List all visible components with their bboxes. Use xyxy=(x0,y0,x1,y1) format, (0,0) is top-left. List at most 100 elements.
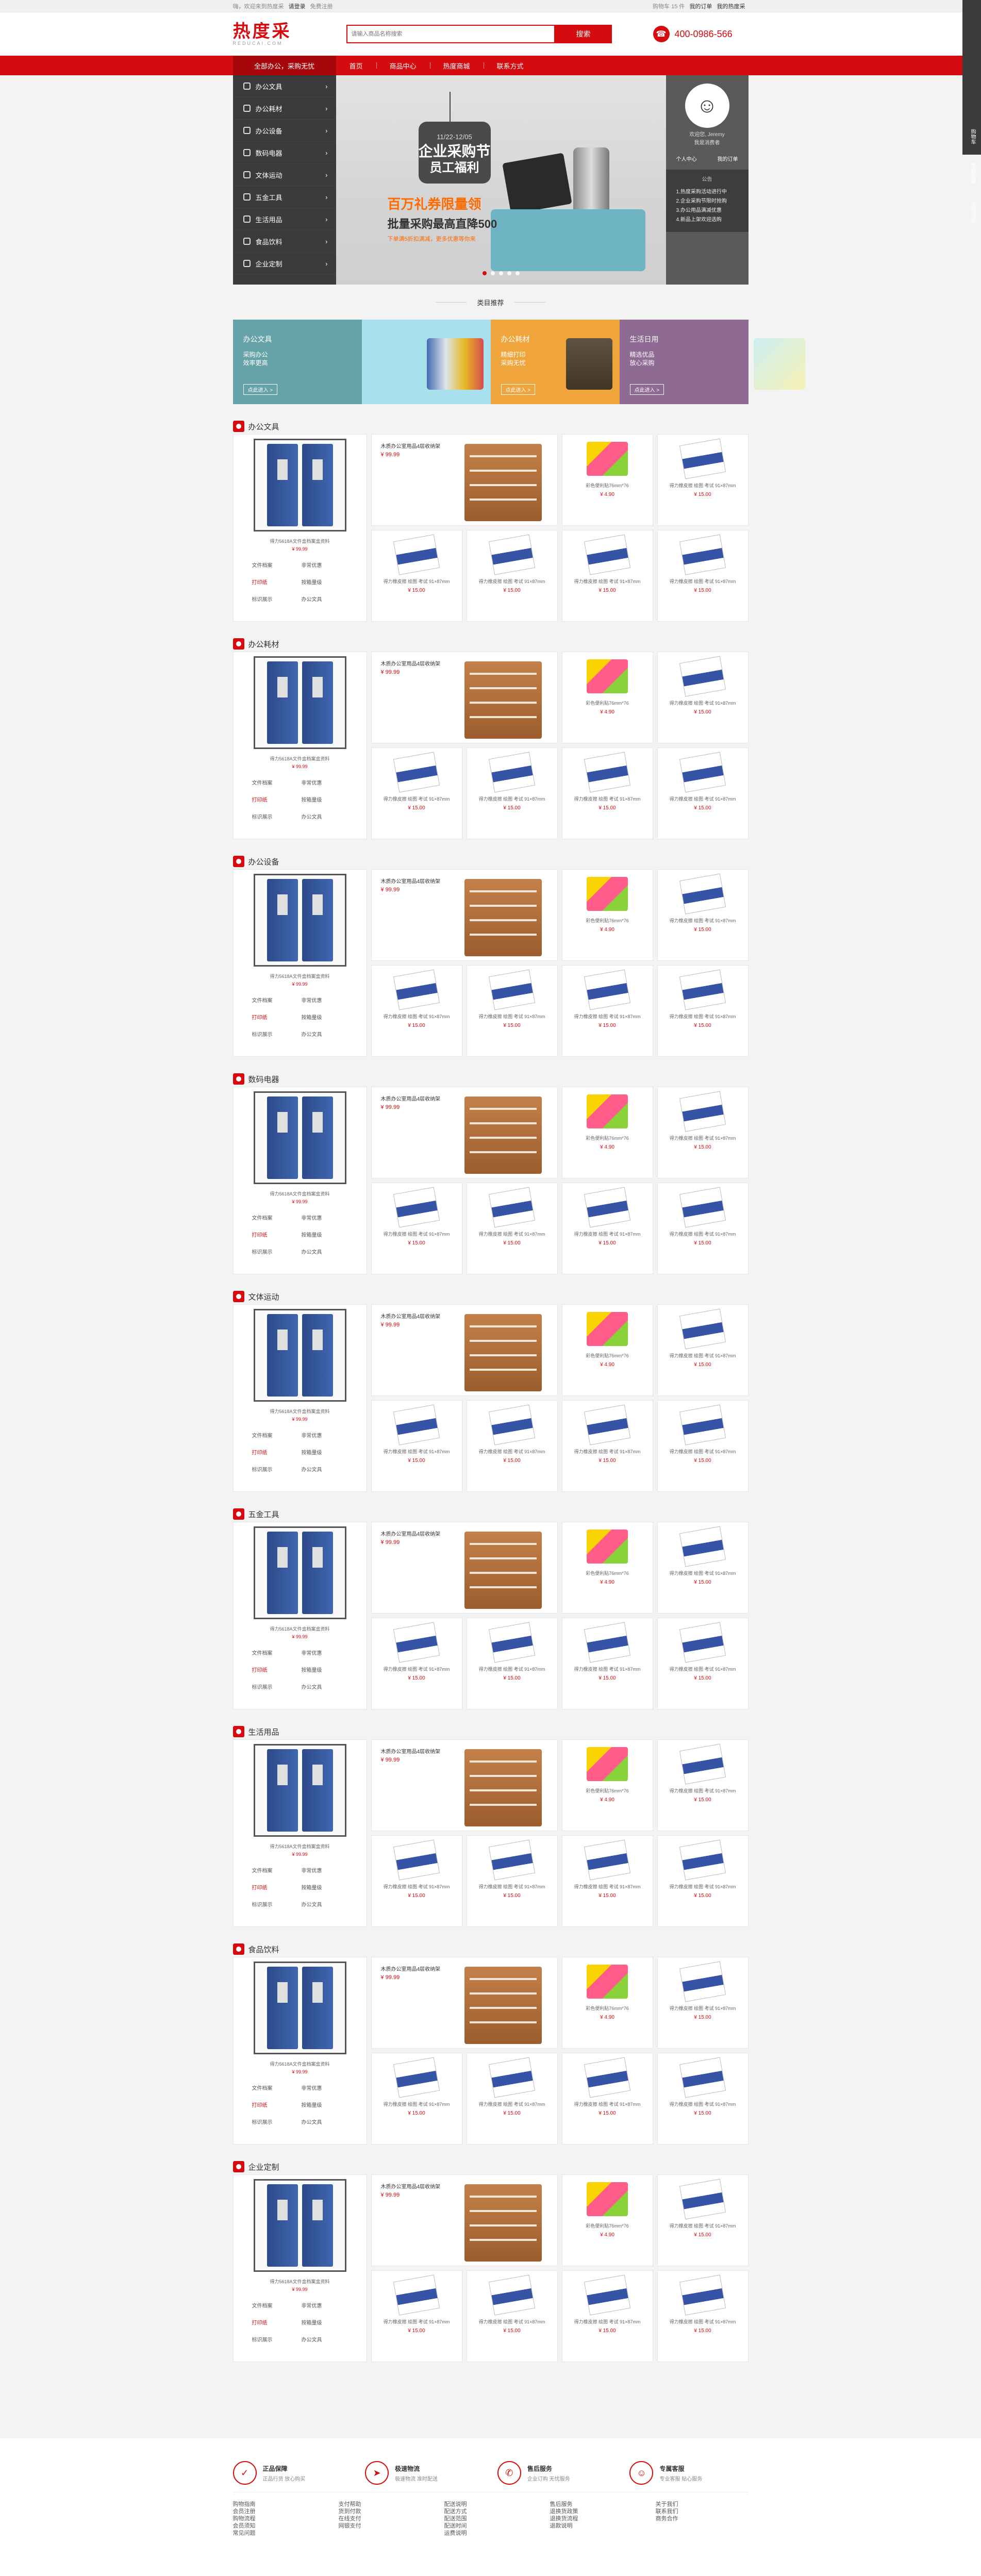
nav-mall[interactable]: 热度商城 xyxy=(429,61,484,71)
featured-product-name[interactable]: 得力5618A文件盒档案盒资料 xyxy=(234,1843,367,1850)
floor-quick-link[interactable]: 标识展示 xyxy=(252,1900,302,1908)
footer-link[interactable]: 购物指南 xyxy=(233,2501,326,2508)
floor-quick-link[interactable]: 非常优惠 xyxy=(302,1866,351,1874)
product-card[interactable]: 得力橡皮擦 绘图 考试 91×87mm ¥ 15.00 xyxy=(466,1618,558,1709)
floor-title-text[interactable]: 企业定制 xyxy=(248,2162,279,2172)
floor-quick-link[interactable]: 打印纸 xyxy=(252,1883,302,1891)
floor-quick-link[interactable]: 办公文具 xyxy=(302,812,351,820)
product-card[interactable]: 得力橡皮擦 绘图 考试 91×87mm ¥ 15.00 xyxy=(561,2270,653,2362)
category-item[interactable]: 生活用品 › xyxy=(232,208,336,230)
product-card[interactable]: 得力橡皮擦 绘图 考试 91×87mm ¥ 15.00 xyxy=(657,434,749,526)
product-card[interactable]: 得力橡皮擦 绘图 考试 91×87mm ¥ 15.00 xyxy=(371,2270,462,2362)
card-enter-button[interactable]: 点此进入 > xyxy=(501,384,536,395)
product-card[interactable]: 得力橡皮擦 绘图 考试 91×87mm ¥ 15.00 xyxy=(657,965,749,1057)
floor-quick-link[interactable]: 非常优惠 xyxy=(302,2084,351,2091)
product-card[interactable]: 彩色便利贴76mm*76 ¥ 4.90 xyxy=(561,1304,653,1396)
recommend-card-office[interactable]: 办公文具 采购办公 效率更高 点此进入 > xyxy=(232,320,362,404)
category-item[interactable]: 办公文具 › xyxy=(232,75,336,97)
floor-quick-link[interactable]: 按箱量级 xyxy=(302,795,351,803)
carousel-dot[interactable] xyxy=(490,271,495,275)
product-card[interactable]: 得力橡皮擦 绘图 考试 91×87mm ¥ 15.00 xyxy=(657,1957,749,2049)
side-cart[interactable]: 购物车 xyxy=(962,124,981,149)
floor-quick-link[interactable]: 文件档案 xyxy=(252,2084,302,2091)
floor-quick-link[interactable]: 按箱量级 xyxy=(302,1231,351,1238)
floor-quick-link[interactable]: 非常优惠 xyxy=(302,1214,351,1221)
product-card[interactable]: 彩色便利贴76mm*76 ¥ 4.90 xyxy=(561,652,653,743)
product-card-large[interactable]: 木质办公室用品4层收纳架 ¥ 99.99 xyxy=(371,652,558,743)
product-card[interactable]: 得力橡皮擦 绘图 考试 91×87mm ¥ 15.00 xyxy=(657,869,749,961)
footer-link[interactable]: 配送时间 xyxy=(444,2522,537,2530)
footer-link[interactable]: 商务合作 xyxy=(656,2515,749,2522)
product-card[interactable]: 得力橡皮擦 绘图 考试 91×87mm ¥ 15.00 xyxy=(561,2053,653,2145)
floor-title-text[interactable]: 生活用品 xyxy=(248,1726,279,1737)
product-card[interactable]: 得力橡皮擦 绘图 考试 91×87mm ¥ 15.00 xyxy=(657,1400,749,1492)
product-card[interactable]: 得力橡皮擦 绘图 考试 91×87mm ¥ 15.00 xyxy=(371,1400,462,1492)
product-card[interactable]: 得力橡皮擦 绘图 考试 91×87mm ¥ 15.00 xyxy=(561,1618,653,1709)
floor-quick-link[interactable]: 按箱量级 xyxy=(302,2101,351,2108)
card-enter-button[interactable]: 点此进入 > xyxy=(243,384,278,395)
product-card[interactable]: 彩色便利贴76mm*76 ¥ 4.90 xyxy=(561,434,653,526)
search-input[interactable] xyxy=(346,25,555,43)
product-card[interactable]: 彩色便利贴76mm*76 ¥ 4.90 xyxy=(561,1957,653,2049)
floor-quick-link[interactable]: 标识展示 xyxy=(252,812,302,820)
featured-product-image[interactable] xyxy=(253,439,346,531)
floor-quick-link[interactable]: 按箱量级 xyxy=(302,578,351,586)
product-card[interactable]: 得力橡皮擦 绘图 考试 91×87mm ¥ 15.00 xyxy=(371,965,462,1057)
logo[interactable]: 热度采 REDUCAI.COM xyxy=(233,22,341,46)
category-item[interactable]: 企业定制 › xyxy=(232,253,336,275)
product-card[interactable]: 得力橡皮擦 绘图 考试 91×87mm ¥ 15.00 xyxy=(561,530,653,622)
footer-link[interactable]: 退换货政策 xyxy=(550,2508,643,2515)
carousel-dot[interactable] xyxy=(507,271,511,275)
footer-link[interactable]: 运费说明 xyxy=(444,2530,537,2537)
floor-quick-link[interactable]: 按箱量级 xyxy=(302,2318,351,2326)
side-back-top[interactable]: 返回顶部 xyxy=(962,197,981,228)
floor-quick-link[interactable]: 标识展示 xyxy=(252,1030,302,1038)
floor-quick-link[interactable]: 非常优惠 xyxy=(302,1431,351,1439)
floor-quick-link[interactable]: 办公文具 xyxy=(302,595,351,603)
product-card[interactable]: 得力橡皮擦 绘图 考试 91×87mm ¥ 15.00 xyxy=(466,1183,558,1274)
user-center-link[interactable]: 个人中心 xyxy=(676,155,697,162)
recommend-card-supplies[interactable]: 办公耗材 精细打印 采购无忧 点此进入 > xyxy=(490,320,620,404)
product-card[interactable]: 得力橡皮擦 绘图 考试 91×87mm ¥ 15.00 xyxy=(561,1400,653,1492)
featured-product-image[interactable] xyxy=(253,874,346,967)
featured-product-name[interactable]: 得力5618A文件盒档案盒资料 xyxy=(234,2060,367,2067)
floor-quick-link[interactable]: 文件档案 xyxy=(252,1214,302,1221)
featured-product-image[interactable] xyxy=(253,1309,346,1402)
register-link[interactable]: 免费注册 xyxy=(310,4,333,10)
floor-quick-link[interactable]: 标识展示 xyxy=(252,2118,302,2125)
floor-quick-link[interactable]: 非常优惠 xyxy=(302,778,351,786)
floor-title-text[interactable]: 办公耗材 xyxy=(248,639,279,650)
notice-item[interactable]: 4.新品上架欢迎选购 xyxy=(666,215,749,225)
product-card[interactable]: 彩色便利贴76mm*76 ¥ 4.90 xyxy=(561,1087,653,1178)
footer-link[interactable]: 配送说明 xyxy=(444,2501,537,2508)
footer-link[interactable]: 会员须知 xyxy=(233,2522,326,2530)
footer-link[interactable]: 网银支付 xyxy=(339,2522,431,2530)
featured-product-name[interactable]: 得力5618A文件盒档案盒资料 xyxy=(234,973,367,979)
side-favorites[interactable]: 我的收藏 xyxy=(962,158,981,189)
floor-quick-link[interactable]: 标识展示 xyxy=(252,595,302,603)
product-card[interactable]: 得力橡皮擦 绘图 考试 91×87mm ¥ 15.00 xyxy=(371,2053,462,2145)
my-account-link[interactable]: 我的热度采 xyxy=(717,4,745,10)
floor-quick-link[interactable]: 标识展示 xyxy=(252,1683,302,1690)
floor-title-text[interactable]: 办公设备 xyxy=(248,856,279,867)
floor-quick-link[interactable]: 办公文具 xyxy=(302,1465,351,1473)
floor-quick-link[interactable]: 办公文具 xyxy=(302,1683,351,1690)
footer-link[interactable]: 售后服务 xyxy=(550,2501,643,2508)
product-card-large[interactable]: 木质办公室用品4层收纳架 ¥ 99.99 xyxy=(371,1087,558,1178)
carousel-dot[interactable] xyxy=(498,271,503,275)
product-card[interactable]: 得力橡皮擦 绘图 考试 91×87mm ¥ 15.00 xyxy=(371,747,462,839)
featured-product-name[interactable]: 得力5618A文件盒档案盒资料 xyxy=(234,1190,367,1197)
category-item[interactable]: 五金工具 › xyxy=(232,186,336,208)
floor-quick-link[interactable]: 文件档案 xyxy=(252,2301,302,2309)
carousel-dot[interactable] xyxy=(482,271,487,275)
product-card[interactable]: 得力橡皮擦 绘图 考试 91×87mm ¥ 15.00 xyxy=(466,2270,558,2362)
product-card[interactable]: 得力橡皮擦 绘图 考试 91×87mm ¥ 15.00 xyxy=(371,1835,462,1927)
product-card[interactable]: 得力橡皮擦 绘图 考试 91×87mm ¥ 15.00 xyxy=(657,1304,749,1396)
product-card-large[interactable]: 木质办公室用品4层收纳架 ¥ 99.99 xyxy=(371,1522,558,1614)
floor-quick-link[interactable]: 文件档案 xyxy=(252,561,302,569)
footer-link[interactable]: 购物流程 xyxy=(233,2515,326,2522)
featured-product-image[interactable] xyxy=(253,656,346,749)
featured-product-image[interactable] xyxy=(253,1091,346,1184)
floor-quick-link[interactable]: 标识展示 xyxy=(252,1248,302,1255)
floor-quick-link[interactable]: 打印纸 xyxy=(252,1013,302,1021)
